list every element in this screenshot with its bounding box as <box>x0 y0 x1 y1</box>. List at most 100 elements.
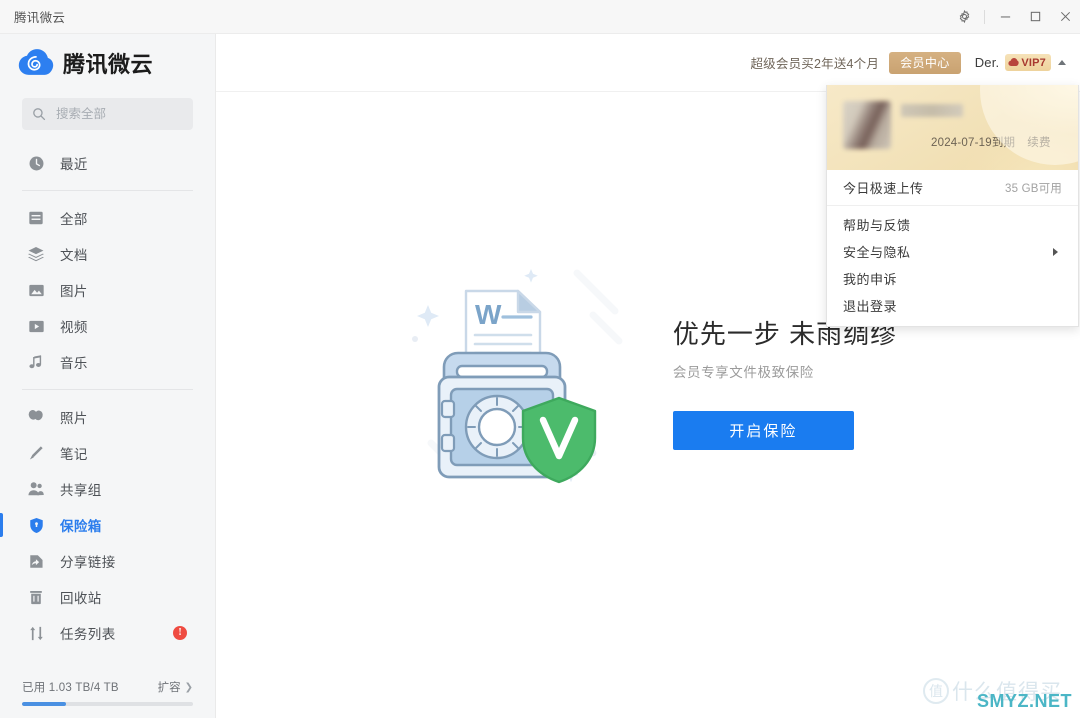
sidebar-item-notes[interactable]: 笔记 <box>0 435 215 471</box>
expand-storage-link[interactable]: 扩容 ❯ <box>158 679 193 695</box>
storage-info: 已用 1.03 TB/4 TB 扩容 ❯ <box>22 679 193 695</box>
fast-upload-row[interactable]: 今日极速上传 35 GB可用 <box>827 170 1078 206</box>
sidebar-item-trash[interactable]: 回收站 <box>0 579 215 615</box>
sidebar: 腾讯微云 搜索全部 最近 全部 文档 图片 视频 音乐 照片 笔记 共享组 保险… <box>0 34 216 718</box>
sidebar-item-label: 分享链接 <box>60 555 116 570</box>
status-badge[interactable]: VIP7 <box>1005 54 1051 71</box>
share-link-icon <box>26 551 46 571</box>
storage-used-text: 已用 1.03 TB/4 TB <box>22 682 119 694</box>
close-icon[interactable] <box>1050 0 1080 34</box>
nav-group-recent: 最近 <box>0 142 215 184</box>
window-controls <box>949 0 1080 34</box>
image-icon <box>26 280 46 300</box>
sidebar-item-label: 文档 <box>60 248 88 263</box>
nav-divider-2 <box>22 389 193 390</box>
user-dropdown-menu: 2024-07-19到期 续费 今日极速上传 35 GB可用 帮助与反馈 安全与… <box>826 85 1079 327</box>
sidebar-item-label: 照片 <box>60 411 88 426</box>
sidebar-item-music[interactable]: 音乐 <box>0 344 215 380</box>
all-files-icon <box>26 208 46 228</box>
tencent-weiyun-window: 腾讯微云 腾讯微云 搜索全部 最近 全部 文档 图片 视频 音乐 照片 笔记 共… <box>0 0 1080 718</box>
user-name: Der. <box>974 55 1000 70</box>
music-note-icon <box>26 352 46 372</box>
sidebar-item-tasklist[interactable]: 任务列表 ! <box>0 615 215 651</box>
menu-item-label: 安全与隐私 <box>843 245 911 260</box>
sidebar-item-all[interactable]: 全部 <box>0 200 215 236</box>
renew-link[interactable]: 续费 <box>1027 134 1051 150</box>
storage-progress-track <box>22 702 193 706</box>
chevron-right-icon <box>1053 247 1058 256</box>
vip-level-text: VIP7 <box>1021 56 1046 69</box>
sidebar-item-recent[interactable]: 最近 <box>0 145 215 181</box>
brand: 腾讯微云 <box>0 34 215 92</box>
expand-storage-label: 扩容 <box>157 682 181 694</box>
membership-expiry-row: 2024-07-19到期 续费 <box>931 134 1051 150</box>
fast-upload-label: 今日极速上传 <box>843 181 924 196</box>
enable-safebox-button[interactable]: 开启保险 <box>672 411 854 450</box>
menu-item-logout[interactable]: 退出登录 <box>827 292 1078 319</box>
menu-item-my-appeals[interactable]: 我的申诉 <box>827 265 1078 292</box>
sidebar-item-label: 回收站 <box>60 591 102 606</box>
pen-icon <box>26 443 46 463</box>
minimize-icon[interactable] <box>990 0 1020 34</box>
dropdown-profile-header: 2024-07-19到期 续费 <box>827 85 1078 170</box>
safe-vault-illustration: W <box>411 269 623 484</box>
window-controls-divider <box>984 9 985 24</box>
search-input[interactable] <box>54 106 183 122</box>
cloud-icon <box>1008 57 1019 68</box>
sidebar-item-label: 保险箱 <box>60 519 102 534</box>
watermark-site: SMYZ.NET <box>976 691 1072 711</box>
app-title: 腾讯微云 <box>14 11 66 25</box>
sidebar-item-photos[interactable]: 照片 <box>0 399 215 435</box>
sidebar-item-label: 全部 <box>60 212 88 227</box>
chevron-right-icon: ❯ <box>184 681 193 693</box>
menu-item-help-feedback[interactable]: 帮助与反馈 <box>827 211 1078 238</box>
promo-text: 超级会员买2年送4个月 <box>750 57 880 71</box>
sidebar-item-label: 音乐 <box>60 356 88 371</box>
sidebar-item-documents[interactable]: 文档 <box>0 236 215 272</box>
settings-gear-icon[interactable] <box>949 0 979 34</box>
storage-progress-fill <box>22 702 67 706</box>
shield-icon <box>26 515 46 535</box>
search-container <box>0 92 215 130</box>
sidebar-item-videos[interactable]: 视频 <box>0 308 215 344</box>
nav-group-features: 照片 笔记 共享组 保险箱 分享链接 回收站 任务列表 ! <box>0 396 215 654</box>
brand-title: 腾讯微云 <box>63 52 154 77</box>
user-menu-trigger[interactable]: Der. VIP7 <box>975 54 1070 71</box>
sidebar-item-sharelinks[interactable]: 分享链接 <box>0 543 215 579</box>
vip-center-button[interactable]: 会员中心 <box>889 51 961 74</box>
promo-copy: 优先一步 未雨绸缪 会员专享文件极致保险 开启保险 <box>672 314 897 450</box>
sidebar-item-label: 最近 <box>60 157 88 172</box>
search-box[interactable] <box>22 98 193 130</box>
safebox-promo: W 优先一步 未雨绸缪 会员专享文件极致保险 开启保险 <box>387 267 897 497</box>
top-bar: 超级会员买2年送4个月 会员中心 Der. VIP7 <box>216 34 1080 92</box>
document-stack-icon <box>26 244 46 264</box>
sidebar-item-safebox[interactable]: 保险箱 <box>0 507 215 543</box>
menu-item-label: 退出登录 <box>843 299 898 314</box>
svg-text:W: W <box>475 299 502 330</box>
group-icon <box>26 479 46 499</box>
avatar[interactable] <box>843 101 891 149</box>
video-icon <box>26 316 46 336</box>
sidebar-item-label: 任务列表 <box>60 627 116 642</box>
sidebar-item-label: 笔记 <box>60 447 88 462</box>
title-bar: 腾讯微云 <box>0 0 1080 34</box>
watermark-mark: 值 <box>923 678 949 704</box>
membership-expiry-text: 2024-07-19到期 <box>931 137 1016 149</box>
menu-item-label: 帮助与反馈 <box>843 218 911 233</box>
fast-upload-quota: 35 GB可用 <box>1004 182 1062 195</box>
sidebar-item-images[interactable]: 图片 <box>0 272 215 308</box>
page-subtitle: 会员专享文件极致保险 <box>672 365 814 380</box>
menu-item-label: 我的申诉 <box>843 272 898 287</box>
clock-icon <box>26 153 46 173</box>
transfer-icon <box>26 623 46 643</box>
sidebar-nav: 最近 全部 文档 图片 视频 音乐 照片 笔记 共享组 保险箱 分享链接 回收站… <box>0 142 215 654</box>
maximize-icon[interactable] <box>1020 0 1050 34</box>
sidebar-item-label: 图片 <box>60 284 88 299</box>
menu-item-security-privacy[interactable]: 安全与隐私 <box>827 238 1078 265</box>
weiyun-cloud-logo-icon <box>18 49 54 75</box>
photos-icon <box>26 407 46 427</box>
task-alert-badge: ! <box>173 626 187 640</box>
sidebar-item-sharegroup[interactable]: 共享组 <box>0 471 215 507</box>
sidebar-item-label: 视频 <box>60 320 88 335</box>
sidebar-item-label: 共享组 <box>60 483 102 498</box>
